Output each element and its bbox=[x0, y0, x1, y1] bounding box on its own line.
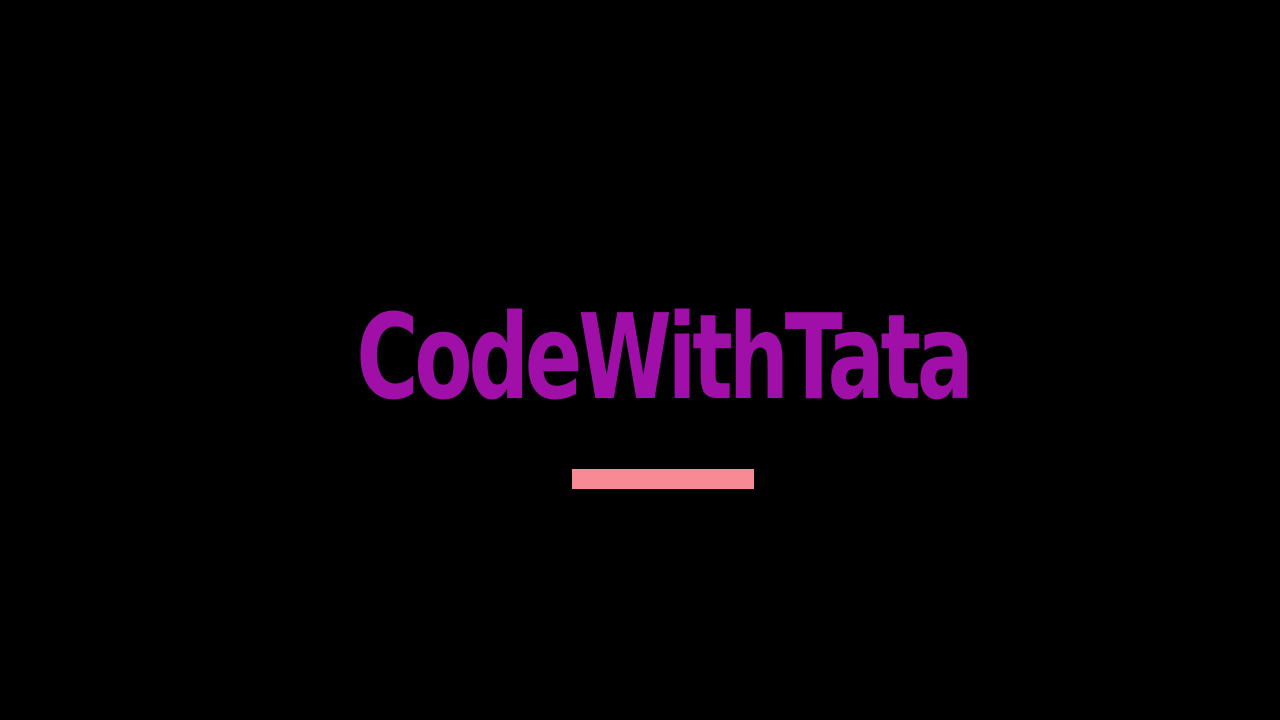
title-screen: CodeWithTata bbox=[0, 0, 1280, 720]
brand-title: CodeWithTata bbox=[356, 288, 974, 426]
underline-bar bbox=[572, 469, 754, 489]
